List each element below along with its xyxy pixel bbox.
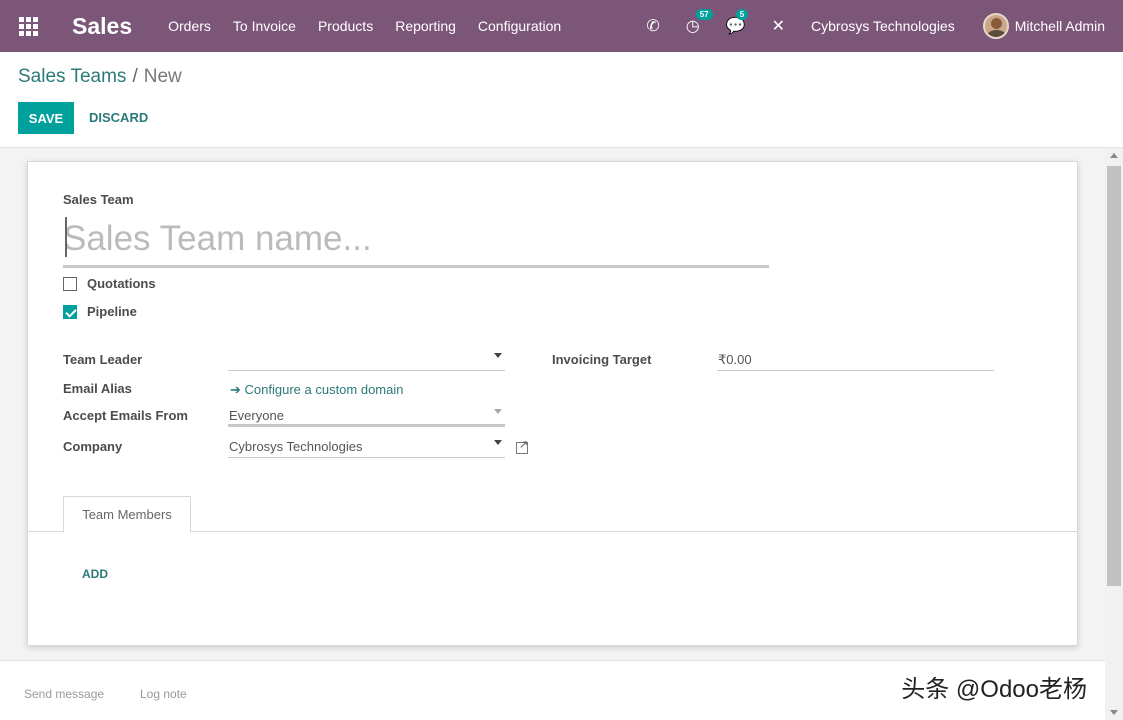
chevron-down-icon	[494, 440, 502, 445]
message-count-badge: 5	[735, 9, 749, 20]
phone-icon[interactable]: ✆	[646, 16, 659, 36]
invoicing-target-value: ₹0.00	[718, 352, 752, 367]
scroll-thumb[interactable]	[1107, 166, 1121, 586]
scroll-down-icon[interactable]	[1110, 710, 1118, 715]
sales-team-name-input[interactable]	[63, 212, 769, 268]
send-message-button[interactable]: Send message	[24, 687, 104, 701]
menu-item-configuration[interactable]: Configuration	[478, 18, 561, 34]
arrow-right-icon: ➔	[230, 382, 245, 397]
quotations-row: Quotations	[63, 276, 156, 291]
team-leader-label: Team Leader	[63, 352, 143, 367]
external-link-icon[interactable]	[516, 438, 528, 454]
quotations-checkbox[interactable]	[63, 276, 77, 291]
form-sheet: Sales Team Quotations Pipeline Team Lead…	[27, 161, 1078, 646]
app-brand[interactable]: Sales	[72, 13, 132, 40]
menu-item-products[interactable]: Products	[318, 18, 373, 34]
control-panel: Sales Teams / New SAVE DISCARD	[0, 52, 1123, 148]
breadcrumb-current: New	[143, 66, 182, 87]
chatter: Send message Log note 头条 @Odoo老杨	[0, 660, 1105, 720]
breadcrumb: Sales Teams / New	[18, 66, 182, 88]
tab-team-members[interactable]: Team Members	[63, 496, 191, 533]
apps-menu-icon[interactable]	[0, 0, 56, 52]
pipeline-checkbox[interactable]	[63, 304, 77, 319]
debug-tools-icon[interactable]: ✕	[772, 16, 785, 36]
vertical-scrollbar[interactable]	[1105, 148, 1123, 720]
add-team-member-button[interactable]: ADD	[82, 567, 108, 581]
accept-emails-select[interactable]: Everyone	[228, 405, 505, 427]
company-label: Company	[63, 439, 123, 454]
menu-item-reporting[interactable]: Reporting	[395, 18, 456, 34]
chevron-down-icon	[494, 409, 502, 414]
activity-clock-icon[interactable]: ◷ 57	[686, 9, 713, 36]
pipeline-label: Pipeline	[87, 304, 137, 319]
team-leader-select[interactable]	[228, 349, 505, 371]
email-alias-label: Email Alias	[63, 381, 132, 396]
company-select[interactable]: Cybrosys Technologies	[228, 436, 505, 458]
invoicing-target-input[interactable]: ₹0.00	[717, 349, 994, 371]
quotations-label: Quotations	[87, 276, 156, 291]
menu-item-orders[interactable]: Orders	[168, 18, 211, 34]
company-switcher[interactable]: Cybrosys Technologies	[811, 18, 955, 34]
chevron-down-icon	[494, 353, 502, 358]
activity-count-badge: 57	[695, 9, 713, 20]
breadcrumb-separator: /	[132, 66, 138, 87]
company-value: Cybrosys Technologies	[229, 439, 363, 454]
sales-team-label: Sales Team	[63, 192, 134, 207]
text-caret	[65, 217, 67, 257]
watermark: 头条 @Odoo老杨	[901, 676, 1087, 703]
avatar	[982, 13, 1009, 39]
discard-button[interactable]: DISCARD	[89, 110, 148, 125]
configure-domain-link[interactable]: ➔ Configure a custom domain	[230, 382, 404, 398]
messages-icon[interactable]: 💬 5	[726, 9, 749, 36]
user-name: Mitchell Admin	[1014, 18, 1105, 34]
accept-emails-label: Accept Emails From	[63, 408, 188, 423]
pipeline-row: Pipeline	[63, 304, 137, 319]
user-menu[interactable]: Mitchell Admin	[982, 13, 1105, 39]
breadcrumb-sales-teams[interactable]: Sales Teams	[18, 66, 126, 87]
top-navbar: Sales Orders To Invoice Products Reporti…	[0, 0, 1123, 52]
invoicing-target-label: Invoicing Target	[552, 352, 652, 367]
systray: ✆ ◷ 57 💬 5 ✕ Cybrosys Technologies Mitchel…	[646, 0, 1123, 52]
scroll-up-icon[interactable]	[1110, 153, 1118, 158]
menu-item-to-invoice[interactable]: To Invoice	[233, 18, 296, 34]
log-note-button[interactable]: Log note	[140, 687, 187, 701]
save-button[interactable]: SAVE	[18, 102, 74, 134]
configure-domain-text: Configure a custom domain	[244, 382, 404, 397]
accept-emails-value: Everyone	[229, 408, 284, 423]
main-menu: Orders To Invoice Products Reporting Con…	[168, 18, 583, 34]
